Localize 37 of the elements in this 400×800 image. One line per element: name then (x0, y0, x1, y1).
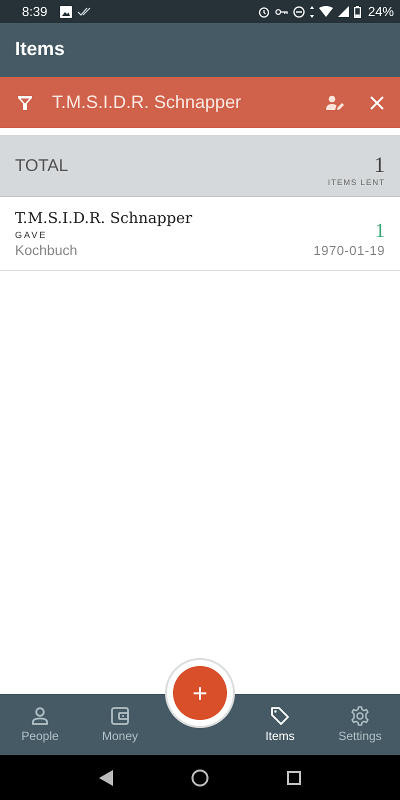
data-arrows-icon (310, 6, 314, 18)
total-caption: ITEMS LENT (328, 178, 385, 187)
wifi-icon (318, 6, 333, 17)
filter-text: T.M.S.I.D.R. Schnapper (52, 92, 242, 113)
tag-icon (270, 706, 290, 726)
screen-title: Items (15, 39, 65, 61)
person-icon (30, 706, 50, 726)
total-count: 1 (374, 152, 385, 178)
home-icon[interactable] (191, 768, 209, 786)
key-icon (274, 8, 288, 16)
nav-tab[interactable]: Money (80, 694, 160, 755)
signal-icon (338, 6, 349, 17)
close-icon (370, 96, 384, 110)
recent-apps-icon[interactable] (287, 770, 301, 784)
person-name: T.M.S.I.D.R. Schnapper (15, 209, 192, 227)
filter-icon (18, 96, 32, 110)
alarm-icon (258, 6, 270, 18)
add-button[interactable]: + (173, 666, 227, 720)
wallet-icon (110, 706, 130, 726)
battery-text: 24% (368, 4, 394, 19)
settings-icon (350, 706, 370, 726)
battery-icon (354, 6, 361, 18)
do-not-disturb-icon (292, 6, 305, 18)
image-icon (60, 6, 72, 18)
double-check-icon (77, 6, 92, 16)
clock-text: 8:39 (22, 4, 48, 19)
item-date: 1970-01-19 (314, 242, 385, 258)
total-label: TOTAL (15, 156, 68, 176)
item-name: Kochbuch (15, 242, 78, 258)
nav-tab[interactable]: People (0, 694, 80, 755)
person-pencil-icon (326, 94, 344, 110)
nav-tab[interactable]: Items (240, 694, 320, 755)
nav-tab[interactable]: Settings (320, 694, 400, 755)
action-label: GAVE (15, 230, 48, 240)
item-count: 1 (375, 220, 385, 242)
item-row[interactable]: T.M.S.I.D.R. Schnapper GAVE Kochbuch 1 1970-01-19 (0, 197, 400, 271)
back-icon[interactable] (99, 770, 113, 786)
